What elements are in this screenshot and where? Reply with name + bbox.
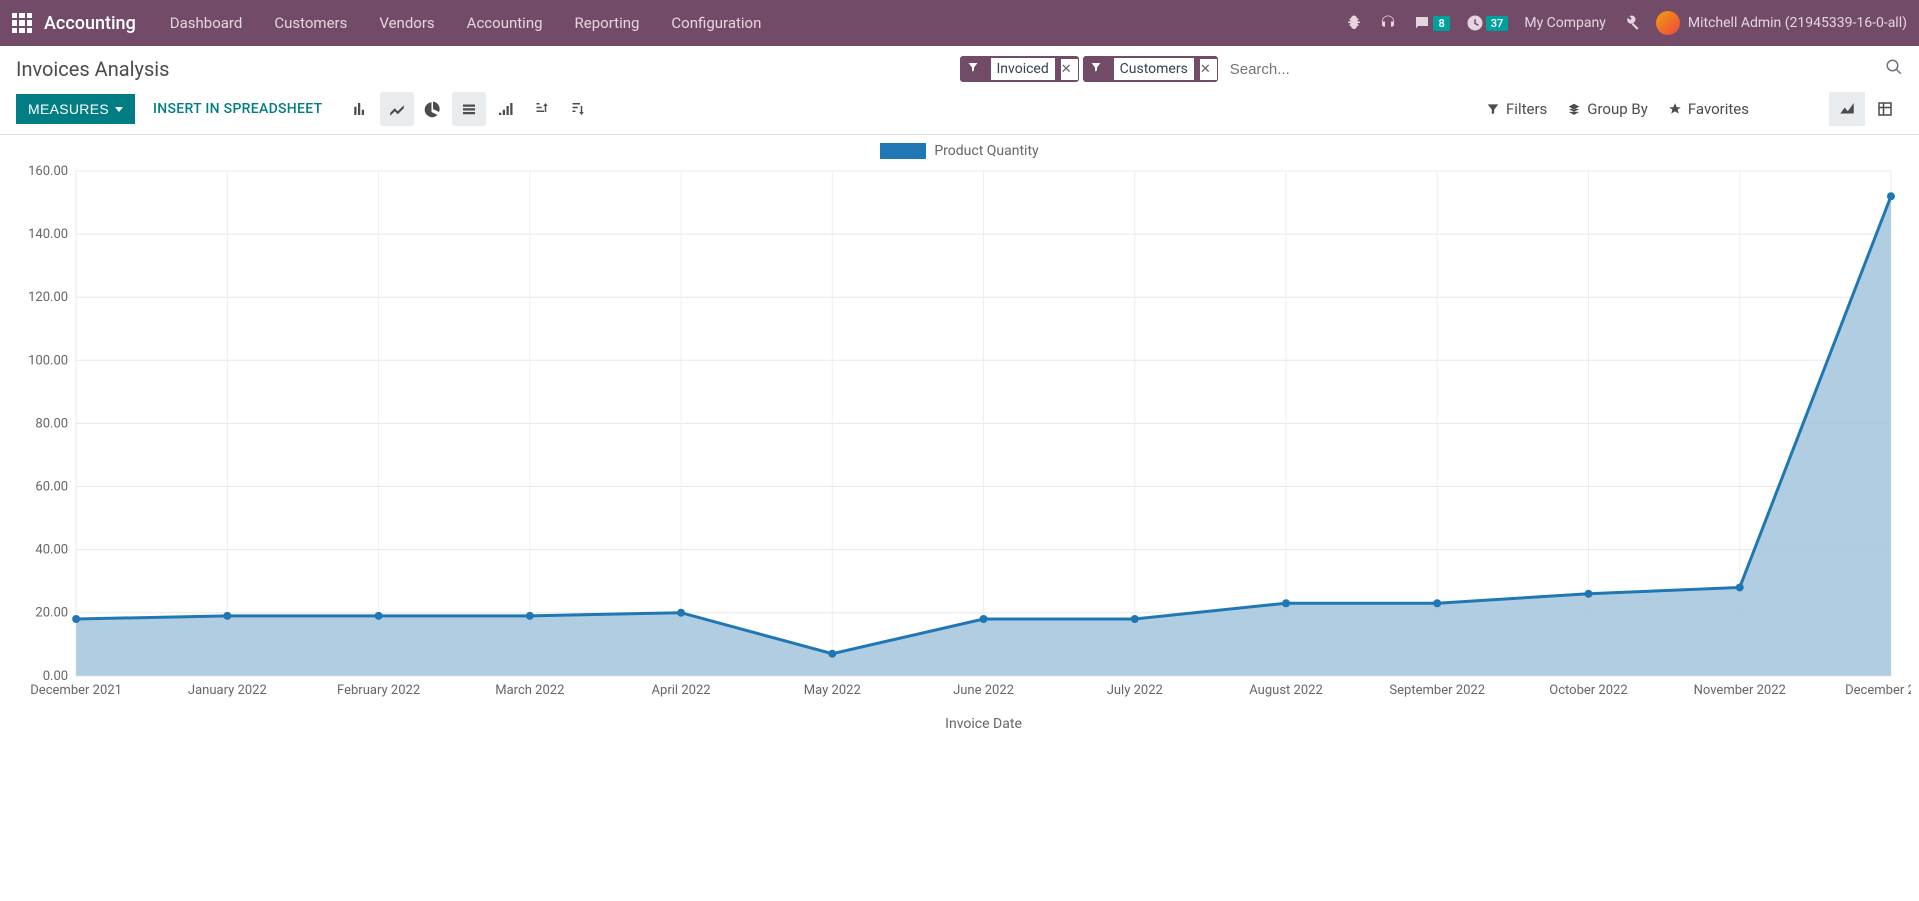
company-switcher[interactable]: My Company	[1524, 15, 1606, 31]
svg-text:40.00: 40.00	[35, 543, 68, 558]
svg-text:120.00: 120.00	[28, 290, 68, 305]
activities-badge: 37	[1486, 16, 1509, 31]
filters-dropdown[interactable]: Filters	[1486, 100, 1547, 118]
legend-swatch	[880, 143, 926, 159]
svg-text:July 2022: July 2022	[1107, 683, 1163, 698]
nav-dashboard[interactable]: Dashboard	[156, 0, 257, 46]
messages-badge: 8	[1433, 16, 1449, 31]
favorites-dropdown[interactable]: Favorites	[1668, 100, 1749, 118]
svg-text:November 2022: November 2022	[1694, 683, 1786, 698]
svg-text:February 2022: February 2022	[337, 683, 420, 698]
search-options: Filters Group By Favorites	[1486, 92, 1903, 126]
activities-icon[interactable]: 37	[1466, 14, 1509, 32]
svg-text:December 2021: December 2021	[30, 683, 122, 698]
nav-accounting[interactable]: Accounting	[453, 0, 557, 46]
svg-text:60.00: 60.00	[35, 480, 68, 495]
support-icon[interactable]	[1379, 14, 1397, 32]
filter-tag-remove[interactable]: ✕	[1200, 59, 1217, 80]
filter-tag-label: Invoiced	[991, 58, 1055, 80]
tools-icon[interactable]	[1622, 14, 1640, 32]
filter-tag-customers: Customers ✕	[1083, 56, 1218, 82]
svg-text:Invoice Date: Invoice Date	[945, 716, 1022, 732]
chart-svg: 0.00 20.00 40.00 60.00 80.00 100.00 120.00 140.…	[8, 165, 1911, 736]
filter-tag-invoiced: Invoiced ✕	[960, 56, 1079, 82]
chart: 0.00 20.00 40.00 60.00 80.00 100.00 120.00 140.…	[8, 165, 1911, 736]
search-icon[interactable]	[1885, 58, 1903, 80]
nav-configuration[interactable]: Configuration	[657, 0, 775, 46]
apps-icon[interactable]	[12, 13, 32, 33]
svg-text:April 2022: April 2022	[652, 683, 711, 698]
legend-label: Product Quantity	[934, 143, 1038, 159]
filter-icon	[1084, 57, 1108, 81]
pie-chart-icon[interactable]	[416, 92, 450, 126]
nav-vendors[interactable]: Vendors	[365, 0, 448, 46]
bar-chart-icon[interactable]	[344, 92, 378, 126]
navbar-right: 8 37 My Company Mitchell Admin (21945339…	[1345, 11, 1907, 35]
user-name: Mitchell Admin (21945339-16-0-all)	[1688, 15, 1907, 31]
line-chart-icon[interactable]	[380, 92, 414, 126]
svg-text:140.00: 140.00	[28, 227, 68, 242]
breadcrumb: Invoices Analysis	[16, 57, 169, 81]
insert-spreadsheet-button[interactable]: INSERT IN SPREADSHEET	[153, 101, 322, 117]
avatar	[1656, 11, 1680, 35]
svg-text:March 2022: March 2022	[495, 683, 564, 698]
search-input[interactable]	[1222, 57, 1881, 82]
stacked-icon[interactable]	[452, 92, 486, 126]
sort-asc-icon[interactable]	[560, 92, 594, 126]
cumulative-icon[interactable]	[488, 92, 522, 126]
user-menu[interactable]: Mitchell Admin (21945339-16-0-all)	[1656, 11, 1907, 35]
measures-button[interactable]: MEASURES	[16, 94, 135, 124]
pivot-view-button[interactable]	[1867, 92, 1903, 126]
svg-text:October 2022: October 2022	[1549, 683, 1627, 698]
chart-legend: Product Quantity	[8, 139, 1911, 165]
filter-icon	[961, 57, 985, 81]
measures-label: MEASURES	[28, 101, 109, 117]
view-switcher	[1829, 92, 1903, 126]
svg-text:80.00: 80.00	[35, 416, 68, 431]
nav-reporting[interactable]: Reporting	[561, 0, 654, 46]
svg-text:100.00: 100.00	[28, 353, 68, 368]
svg-text:May 2022: May 2022	[804, 683, 861, 698]
caret-down-icon	[115, 107, 123, 112]
nav-customers[interactable]: Customers	[260, 0, 361, 46]
filter-tag-remove[interactable]: ✕	[1061, 59, 1078, 80]
messages-icon[interactable]: 8	[1413, 14, 1449, 32]
svg-text:September 2022: September 2022	[1389, 683, 1485, 698]
debug-icon[interactable]	[1345, 14, 1363, 32]
svg-text:160.00: 160.00	[28, 165, 68, 179]
graph-view-button[interactable]	[1829, 92, 1865, 126]
app-brand[interactable]: Accounting	[44, 13, 136, 34]
svg-text:20.00: 20.00	[35, 606, 68, 621]
sort-desc-icon[interactable]	[524, 92, 558, 126]
search-bar[interactable]: Invoiced ✕ Customers ✕	[960, 56, 1904, 82]
svg-text:January 2022: January 2022	[188, 683, 267, 698]
groupby-dropdown[interactable]: Group By	[1567, 100, 1648, 118]
svg-text:December 2022: December 2022	[1845, 683, 1911, 698]
chart-container: Product Quantity 0.00 20.00 40.00 60.00 80.0…	[0, 135, 1919, 746]
control-panel: Invoices Analysis Invoiced ✕ Customers ✕…	[0, 46, 1919, 135]
top-navbar: Accounting Dashboard Customers Vendors A…	[0, 0, 1919, 46]
filter-tag-label: Customers	[1114, 58, 1194, 80]
svg-text:0.00: 0.00	[43, 669, 68, 684]
navbar-left: Accounting Dashboard Customers Vendors A…	[12, 0, 775, 46]
svg-text:June 2022: June 2022	[953, 683, 1014, 698]
chart-type-toolbar	[344, 92, 594, 126]
svg-text:August 2022: August 2022	[1249, 683, 1323, 698]
